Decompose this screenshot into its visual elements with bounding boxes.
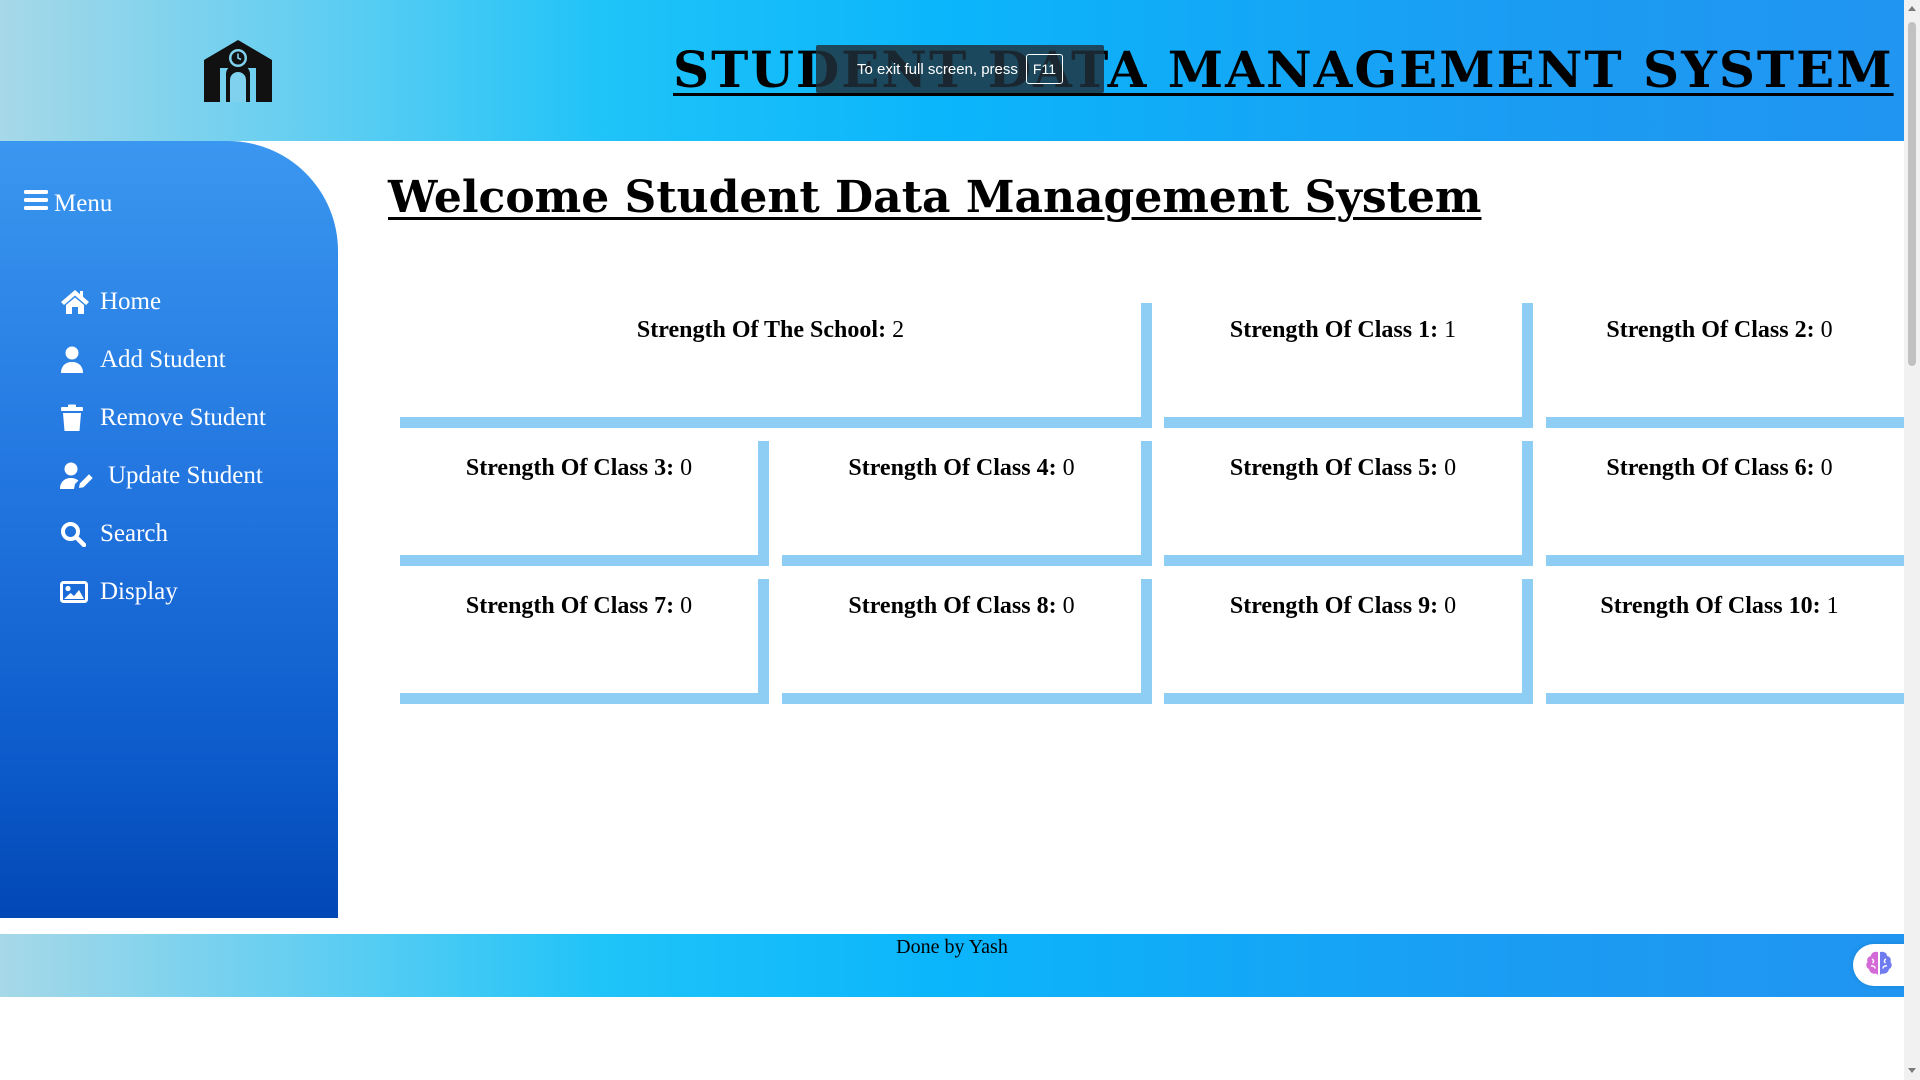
stat-value: 0: [1444, 593, 1457, 619]
page-scrollbar[interactable]: [1904, 0, 1920, 1080]
search-icon: [60, 519, 94, 549]
sidebar-item-label: Display: [100, 578, 178, 605]
sidebar-item-update-student[interactable]: Update Student: [60, 447, 266, 505]
scroll-up-arrow-icon[interactable]: [1908, 6, 1916, 11]
brain-icon: [1865, 950, 1893, 981]
stat-label: Strength Of Class 7:: [465, 593, 675, 619]
menu-label: Menu: [54, 189, 113, 217]
stat-label: Strength Of The School:: [636, 317, 887, 343]
sidebar-item-label: Home: [100, 288, 162, 315]
sidebar-item-add-student[interactable]: Add Student: [60, 331, 266, 389]
stat-label: Strength Of Class 2:: [1606, 317, 1815, 343]
page-header: STUDENT DATA MANAGEMENT SYSTEM To exit f…: [0, 0, 1904, 141]
fullscreen-toast-text: To exit full screen, press: [857, 60, 1018, 78]
footer-credit: Done by Yash: [896, 936, 1008, 958]
stat-card-class-10: Strength Of Class 10: 1: [1546, 579, 1904, 704]
stat-label: Strength Of Class 5:: [1229, 455, 1439, 481]
sidebar: Menu Home Add Student Remove Student Upd…: [0, 141, 338, 918]
home-icon: [60, 287, 94, 317]
stat-card-class-3: Strength Of Class 3: 0: [400, 441, 769, 566]
stat-value: 0: [1062, 593, 1075, 619]
stat-label: Strength Of Class 6:: [1606, 455, 1815, 481]
stat-card-class-2: Strength Of Class 2: 0: [1546, 303, 1904, 428]
stat-label: Strength Of Class 8:: [848, 593, 1057, 619]
sidebar-item-label: Update Student: [108, 462, 263, 489]
sidebar-item-label: Remove Student: [100, 404, 266, 431]
stat-card-class-8: Strength Of Class 8: 0: [782, 579, 1152, 704]
sidebar-item-display[interactable]: Display: [60, 563, 266, 621]
sidebar-item-home[interactable]: Home: [60, 273, 266, 331]
stat-value: 1: [1444, 317, 1457, 343]
stat-label: Strength Of Class 3:: [465, 455, 675, 481]
scrollbar-thumb[interactable]: [1908, 22, 1916, 366]
user-icon: [60, 345, 94, 375]
stat-value: 0: [1062, 455, 1075, 481]
stat-label: Strength Of Class 1:: [1229, 317, 1439, 343]
stat-label: Strength Of Class 10:: [1600, 593, 1821, 619]
stat-value: 2: [892, 317, 905, 343]
sidebar-nav: Home Add Student Remove Student Update S…: [60, 273, 266, 621]
stat-value: 0: [680, 593, 693, 619]
stat-value: 1: [1826, 593, 1839, 619]
trash-icon: [60, 403, 94, 433]
fullscreen-exit-toast: To exit full screen, press F11: [816, 45, 1104, 93]
image-icon: [60, 577, 94, 607]
scroll-down-arrow-icon[interactable]: [1908, 1068, 1916, 1073]
menu-toggle-button[interactable]: Menu: [24, 189, 112, 218]
stat-label: Strength Of Class 9:: [1229, 593, 1439, 619]
page-footer: Done by Yash: [0, 934, 1904, 997]
stat-card-class-5: Strength Of Class 5: 0: [1164, 441, 1533, 566]
sidebar-item-label: Search: [100, 520, 169, 547]
page-title: Welcome Student Data Management System: [388, 172, 1482, 223]
stat-card-school: Strength Of The School: 2: [400, 303, 1152, 428]
stat-card-class-1: Strength Of Class 1: 1: [1164, 303, 1533, 428]
stat-value: 0: [1820, 317, 1833, 343]
school-icon: [198, 38, 278, 102]
stat-label: Strength Of Class 4:: [848, 455, 1057, 481]
assistant-button[interactable]: [1853, 944, 1909, 986]
fullscreen-toast-key: F11: [1025, 54, 1063, 84]
stat-card-class-4: Strength Of Class 4: 0: [782, 441, 1152, 566]
stat-value: 0: [1444, 455, 1457, 481]
sidebar-item-remove-student[interactable]: Remove Student: [60, 389, 266, 447]
sidebar-item-search[interactable]: Search: [60, 505, 266, 563]
stat-card-class-9: Strength Of Class 9: 0: [1164, 579, 1533, 704]
sidebar-item-label: Add Student: [100, 346, 226, 373]
stat-value: 0: [1820, 455, 1833, 481]
stat-value: 0: [680, 455, 693, 481]
stat-card-class-7: Strength Of Class 7: 0: [400, 579, 769, 704]
stat-card-class-6: Strength Of Class 6: 0: [1546, 441, 1904, 566]
hamburger-icon: [24, 189, 48, 218]
user-edit-icon: [60, 461, 102, 491]
